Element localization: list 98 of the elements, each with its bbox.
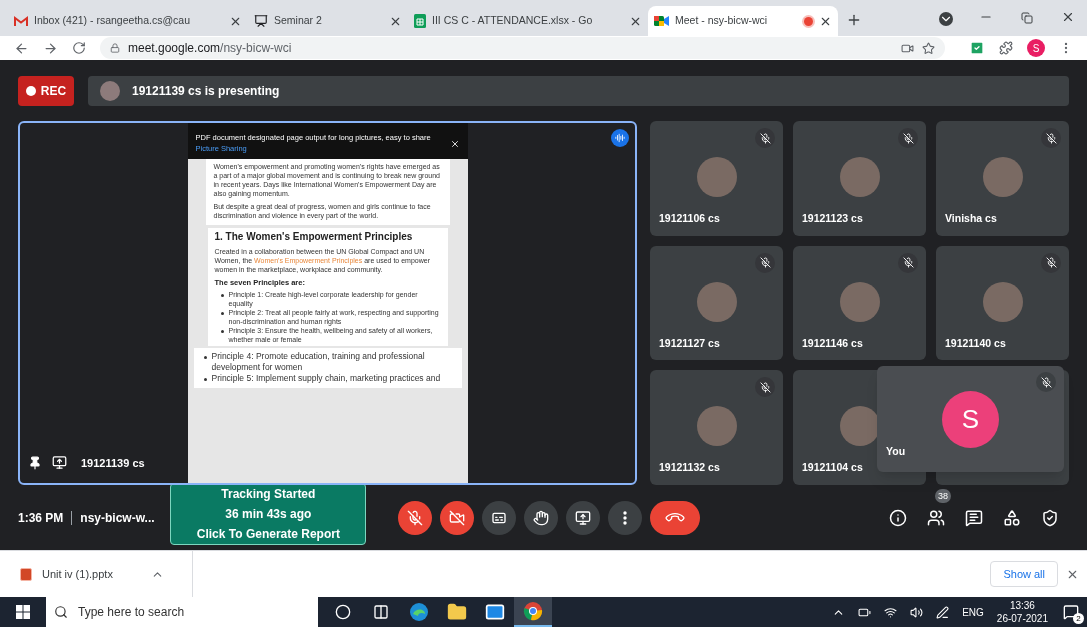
search-placeholder: Type here to search bbox=[78, 604, 185, 621]
participant-name: 19121127 cs bbox=[659, 335, 720, 351]
tab-title: Seminar 2 bbox=[274, 13, 322, 29]
tab-title: Meet - nsy-bicw-wci bbox=[675, 13, 768, 29]
sheet-icon bbox=[414, 14, 426, 28]
back-icon[interactable] bbox=[14, 40, 29, 56]
pen-icon[interactable] bbox=[936, 605, 950, 619]
presentation-file-icon bbox=[20, 567, 32, 581]
avatar-placeholder bbox=[696, 157, 737, 197]
slides-icon bbox=[254, 14, 268, 28]
close-icon[interactable] bbox=[449, 138, 460, 149]
document-bullet-item: Principle 5: Implement supply chain, marketing practices and bbox=[211, 373, 441, 384]
chat-icon bbox=[965, 508, 983, 527]
reload-icon[interactable] bbox=[72, 41, 86, 55]
avatar-placeholder bbox=[982, 157, 1023, 197]
participant-count-badge: 38 bbox=[935, 488, 951, 503]
avatar-placeholder bbox=[839, 281, 880, 322]
notification-count-badge: 2 bbox=[1073, 613, 1084, 624]
clock[interactable]: 13:36 26-07-2021 bbox=[996, 599, 1048, 625]
taskbar-search-field[interactable]: Type here to search bbox=[46, 597, 318, 627]
folder-icon bbox=[447, 602, 467, 622]
participant-name: 19121106 cs bbox=[659, 211, 720, 226]
recording-badge: REC bbox=[18, 76, 74, 106]
bullet-icon bbox=[220, 294, 224, 297]
mail-logo-icon bbox=[14, 15, 28, 27]
forward-icon[interactable] bbox=[43, 40, 58, 56]
tab-title: III CS C - ATTENDANCE.xlsx - Go bbox=[432, 13, 593, 29]
people-icon bbox=[927, 508, 945, 527]
microphone-off-icon bbox=[407, 509, 424, 526]
presenting-text: 19121139 cs is presenting bbox=[132, 83, 280, 100]
circle-icon bbox=[335, 604, 351, 620]
address-field[interactable]: meet.google.com/nsy-bicw-wci bbox=[100, 37, 945, 59]
participant-name: 19121123 cs bbox=[802, 211, 863, 226]
shield-icon bbox=[1041, 508, 1059, 527]
extensions-icon[interactable] bbox=[999, 41, 1013, 55]
document-bullet-item: Principle 4: Promote education, training and professional development for women bbox=[211, 351, 426, 373]
url-text: meet.google.com/nsy-bicw-wci bbox=[128, 40, 292, 57]
avatar-placeholder bbox=[100, 81, 120, 101]
bullet-icon bbox=[220, 330, 224, 333]
generate-report-button[interactable]: Tracking Started 36 min 43s ago Click To Generate Report bbox=[170, 482, 367, 545]
bullet-icon bbox=[220, 312, 224, 315]
participant-name: You bbox=[886, 444, 906, 460]
checkmark-extension-icon[interactable] bbox=[969, 40, 985, 56]
hand-icon bbox=[533, 509, 550, 526]
present-screen-icon bbox=[52, 455, 67, 471]
camera-off-icon bbox=[449, 509, 466, 526]
avatar-placeholder bbox=[982, 281, 1023, 322]
avatar-placeholder bbox=[839, 157, 880, 197]
browser-tab[interactable]: Meet - nsy-bicw-wci bbox=[648, 6, 838, 36]
close-window-icon[interactable] bbox=[1061, 10, 1075, 24]
windows-logo-icon bbox=[16, 605, 30, 619]
pin-icon[interactable] bbox=[28, 455, 42, 470]
document-heading: 1. The Women's Empowerment Principles bbox=[214, 231, 414, 243]
avatar-placeholder bbox=[696, 406, 737, 447]
profile-avatar[interactable]: S bbox=[1027, 39, 1045, 57]
restore-icon[interactable] bbox=[1021, 12, 1033, 24]
present-screen-button[interactable] bbox=[566, 500, 601, 535]
volume-icon[interactable] bbox=[910, 605, 924, 619]
audio-indicator-icon bbox=[611, 129, 629, 147]
new-tab-icon[interactable] bbox=[846, 12, 862, 28]
participant-name: 19121104 cs bbox=[802, 460, 863, 476]
search-icon bbox=[54, 605, 68, 619]
presenter-name: 19121139 cs bbox=[81, 455, 145, 471]
meeting-time: 1:36 PM bbox=[18, 509, 64, 527]
input-language[interactable]: ENG bbox=[962, 604, 984, 620]
task-view-icon bbox=[373, 604, 389, 620]
avatar-placeholder bbox=[839, 406, 880, 447]
browser-wave-logo-icon bbox=[409, 602, 429, 622]
camera-button[interactable] bbox=[440, 500, 475, 535]
shapes-icon bbox=[1003, 508, 1021, 527]
meeting-code: nsy-bicw-w... bbox=[80, 509, 156, 527]
show-all-button[interactable]: Show all bbox=[990, 561, 1058, 587]
more-icon bbox=[623, 510, 628, 525]
more-options-button[interactable] bbox=[608, 500, 643, 535]
captions-button[interactable] bbox=[482, 500, 517, 535]
lock-icon bbox=[110, 43, 120, 53]
tab-search-icon[interactable] bbox=[939, 12, 953, 26]
download-file-name[interactable]: Unit iv (1).pptx bbox=[42, 565, 113, 583]
avatar-placeholder bbox=[696, 281, 737, 322]
tab-title: Inbox (421) - rsangeetha.cs@cau bbox=[34, 13, 190, 29]
participant-name: 19121132 cs bbox=[659, 460, 720, 476]
wifi-icon[interactable] bbox=[884, 605, 898, 619]
microphone-button[interactable] bbox=[398, 500, 433, 535]
participant-name: 19121140 cs bbox=[945, 335, 1006, 351]
present-screen-icon bbox=[575, 509, 592, 526]
bullet-icon bbox=[203, 356, 207, 359]
notifications-button[interactable]: 2 bbox=[1061, 602, 1081, 622]
info-icon bbox=[889, 508, 907, 527]
mail-icon bbox=[485, 602, 505, 622]
participant-name: 19121146 cs bbox=[802, 335, 863, 351]
video-camera-logo-icon bbox=[654, 15, 669, 27]
raise-hand-button[interactable] bbox=[524, 500, 559, 535]
bullet-icon bbox=[203, 378, 207, 381]
hang-up-button[interactable] bbox=[650, 500, 701, 535]
participant-name: Vinisha cs bbox=[945, 211, 997, 226]
browser-logo-icon bbox=[523, 601, 543, 621]
initial-avatar: S bbox=[942, 391, 999, 448]
bookmark-star-icon[interactable] bbox=[922, 41, 935, 55]
